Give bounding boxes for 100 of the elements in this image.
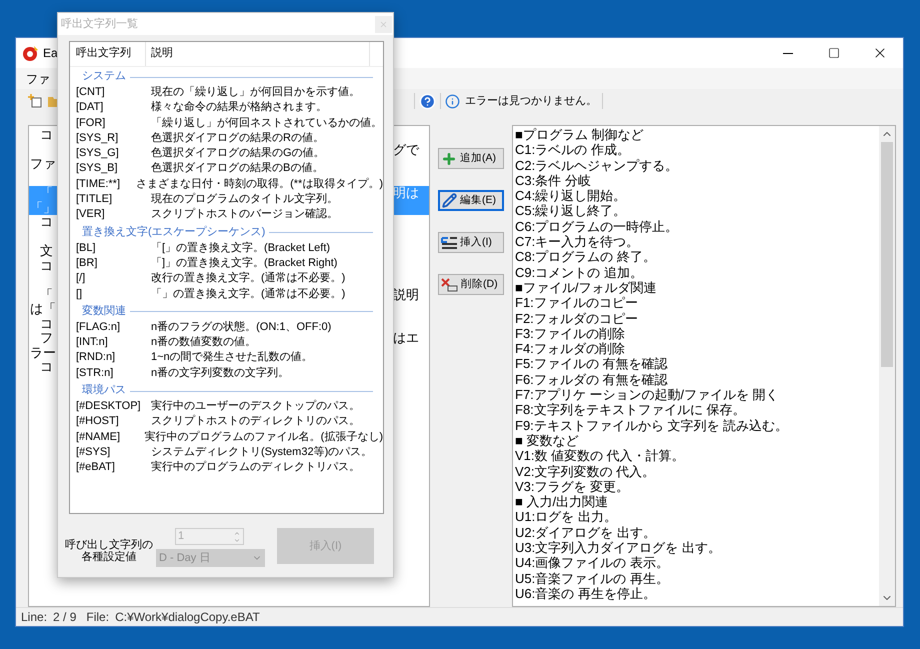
string-row[interactable]: [SYS_B] 色選択ダイアログの結果のBの値。: [70, 161, 383, 177]
command-item[interactable]: F4:フォルダの削除: [515, 341, 879, 356]
spin-down-icon[interactable]: [233, 536, 241, 544]
string-description: n番の数値変数の値。: [150, 335, 256, 350]
string-row[interactable]: [BL] 「[」の置き換え文字。(Bracket Left): [70, 240, 383, 256]
maximize-icon: [828, 47, 840, 59]
editor-text: 「」: [30, 200, 56, 214]
command-item[interactable]: F5:ファイルの 有無を確認: [515, 356, 879, 372]
command-item[interactable]: C8:プログラムの 終了。: [515, 249, 879, 265]
string-row[interactable]: [VER] スクリプトホストのバージョン確認。: [70, 207, 383, 223]
string-code: [STR:n]: [75, 366, 114, 381]
string-row[interactable]: [SYS_R] 色選択ダイアログの結果のRの値。: [70, 130, 383, 146]
string-description: 「繰り返し」が何回ネストされているかの値。: [150, 116, 382, 131]
command-item[interactable]: ■ファイル/フォルダ関連: [515, 280, 879, 296]
string-row[interactable]: [FOR] 「繰り返し」が何回ネストされているかの値。: [70, 116, 383, 131]
string-code: [SYS_R]: [75, 130, 120, 146]
string-code: [BL]: [75, 240, 97, 256]
string-row[interactable]: [STR:n] n番の文字列変数の文字列。: [70, 366, 383, 382]
info-icon: [445, 94, 460, 108]
string-row[interactable]: [INT:n] n番の数値変数の値。: [70, 335, 383, 350]
action-button[interactable]: 挿入(I): [438, 232, 504, 253]
string-row[interactable]: [RND:n] 1~nの間で発生させた乱数の値。: [70, 350, 383, 366]
status-label: Line:: [21, 609, 48, 626]
string-code: [#HOST]: [75, 414, 120, 430]
command-item[interactable]: F8:文字列をテキストファイルに 保存。: [515, 402, 879, 418]
string-description: 実行中のプログラムのディレクトリパス。: [150, 460, 360, 476]
scroll-thumb[interactable]: [881, 142, 893, 367]
command-item[interactable]: F6:フォルダの 有無を確認: [515, 372, 879, 388]
string-row[interactable]: [BR] 「]」の置き換え文字。(Bracket Right): [70, 256, 383, 272]
command-item[interactable]: C4:繰り返し開始。: [515, 188, 879, 204]
command-item[interactable]: C3:条件 分岐: [515, 172, 879, 188]
string-row[interactable]: [SYS_G] 色選択ダイアログの結果のGの値。: [70, 146, 383, 162]
command-item[interactable]: C5:繰り返し終了。: [515, 203, 879, 219]
command-item[interactable]: ■ 変数など: [515, 432, 879, 448]
command-item[interactable]: U3:文字列入力ダイアログを 出す。: [515, 540, 879, 556]
string-row[interactable]: [#SYS] システムディレクトリ(System32等)のパス。: [70, 444, 383, 460]
column-header[interactable]: 呼出文字列: [70, 42, 146, 66]
string-code: [INT:n]: [75, 335, 109, 350]
column-header[interactable]: 説明: [146, 42, 370, 66]
settings-label: 各種設定値: [82, 551, 136, 563]
string-row[interactable]: [CNT] 現在の「繰り返し」が何回目かを示す値。: [70, 85, 383, 100]
command-item[interactable]: F9:テキストファイルから 文字列を 読み込む。: [515, 418, 879, 433]
plus-icon: [441, 150, 457, 166]
command-item[interactable]: U6:音楽の 再生を停止。: [515, 586, 879, 602]
string-row[interactable]: [#eBAT] 実行中のプログラムのディレクトリパス。: [70, 460, 383, 476]
command-item[interactable]: U2:ダイアログを 出す。: [515, 524, 879, 540]
command-item[interactable]: C1:ラベルの 作成。: [515, 142, 879, 158]
command-item[interactable]: V2:文字列変数の 代入。: [515, 464, 879, 479]
string-description: n番の文字列変数の文字列。: [150, 366, 290, 381]
help-icon[interactable]: [419, 92, 436, 110]
command-item[interactable]: C7:キー入力を待つ。: [515, 234, 879, 250]
string-code: [DAT]: [75, 100, 104, 116]
command-item[interactable]: U5:音楽ファイルの 再生。: [515, 570, 879, 586]
command-item[interactable]: F3:ファイルの削除: [515, 326, 879, 342]
scrollbar[interactable]: [879, 126, 895, 606]
status-label: File:: [86, 609, 110, 626]
command-item[interactable]: C6:プログラムの一時停止。: [515, 218, 879, 234]
command-item[interactable]: ■プログラム 制御など: [515, 127, 879, 142]
group-heading: システム: [81, 69, 126, 84]
insert-lines-icon: [441, 236, 457, 250]
command-item[interactable]: C9:コメントの 追加。: [515, 264, 879, 280]
string-row[interactable]: [#HOST] スクリプトホストのディレクトリのパス。: [70, 414, 383, 430]
string-row[interactable]: [#DESKTOP] 実行中のユーザーのデスクトップのパス。: [70, 399, 383, 414]
string-description: スクリプトホストのディレクトリのパス。: [150, 414, 360, 430]
string-code: [#DESKTOP]: [75, 399, 142, 414]
string-row[interactable]: [/] 改行の置き換え文字。(通常は不必要。): [70, 271, 383, 287]
string-row[interactable]: [DAT] 様々な命令の結果が格納されます。: [70, 100, 383, 116]
menu-item[interactable]: ファ: [26, 70, 50, 88]
editor-text: 明は: [393, 186, 419, 200]
string-row[interactable]: [] 「」の置き換え文字。(通常は不必要。): [70, 286, 383, 302]
string-code: [FOR]: [75, 116, 106, 131]
new-file-icon: [28, 94, 42, 108]
command-item[interactable]: F1:ファイルのコピー: [515, 295, 879, 311]
string-code: [SYS_B]: [75, 161, 119, 176]
command-item[interactable]: F2:フォルダのコピー: [515, 310, 879, 326]
string-row[interactable]: [TIME:**] さまざまな日付・時刻の取得。(**は取得タイプ。): [70, 176, 383, 192]
string-row[interactable]: [TITLE] 現在のプログラムのタイトル文字列。: [70, 192, 383, 208]
command-item[interactable]: C2:ラベルヘジャンプする。: [515, 158, 879, 173]
action-button[interactable]: 追加(A): [438, 148, 504, 169]
pencil-icon: [442, 193, 457, 208]
string-description: 様々な命令の結果が格納されます。: [150, 100, 327, 116]
delete-mark-icon: [441, 278, 458, 292]
string-description: 色選択ダイアログの結果のBの値。: [150, 161, 324, 176]
command-item[interactable]: U4:画像ファイルの 表示。: [515, 555, 879, 571]
command-item[interactable]: V3:フラグを 変更。: [515, 478, 879, 494]
action-button[interactable]: 削除(D): [438, 274, 504, 295]
string-code: [FLAG:n]: [75, 320, 122, 335]
string-description: 実行中のユーザーのデスクトップのパス。: [150, 399, 360, 414]
string-code: [TITLE]: [75, 192, 114, 208]
spin-up-icon[interactable]: [233, 530, 241, 536]
string-row[interactable]: [#NAME] 実行中のプログラムのファイル名。(拡張子なし): [70, 430, 383, 445]
string-description: 色選択ダイアログの結果のGの値。: [150, 146, 325, 162]
command-item[interactable]: ■ 入力/出力関連: [515, 494, 879, 510]
close-button[interactable]: [375, 16, 392, 32]
dialog-title: 呼出文字列一覧: [61, 16, 138, 32]
command-item[interactable]: F7:アプリケ ーションの起動/ファイルを 開く: [515, 387, 879, 402]
command-item[interactable]: U1:ログを 出力。: [515, 509, 879, 525]
command-item[interactable]: V1:数 値変数の 代入・計算。: [515, 448, 879, 464]
action-button[interactable]: 編集(E): [438, 190, 504, 211]
string-row[interactable]: [FLAG:n] n番のフラグの状態。(ON:1、OFF:0): [70, 320, 383, 336]
